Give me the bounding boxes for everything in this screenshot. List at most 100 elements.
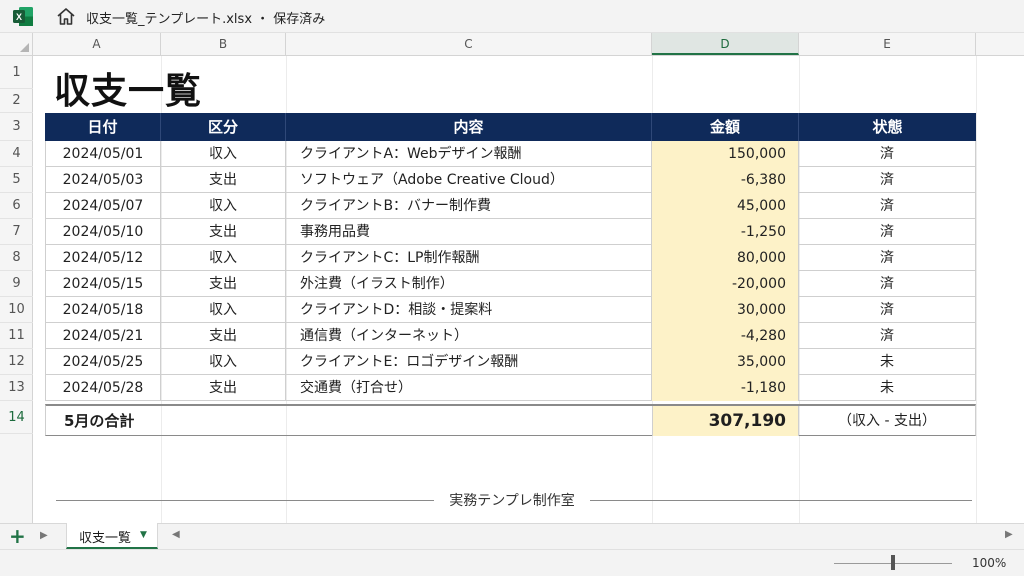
cell-description[interactable]: 交通費（打合せ）: [286, 375, 652, 401]
table-row: 2024/05/21 支出 通信費（インターネット） -4,280 済: [45, 323, 976, 349]
sheet-tab-active[interactable]: 収支一覧 ▼: [66, 523, 158, 549]
header-type[interactable]: 区分: [161, 113, 286, 141]
cell-amount[interactable]: -4,280: [652, 323, 799, 349]
row-header-14[interactable]: 14: [0, 401, 33, 434]
scroll-right-icon[interactable]: ▶: [1005, 529, 1013, 540]
cell-date[interactable]: 2024/05/10: [45, 219, 161, 245]
table-row: 2024/05/25 収入 クライアントE：ロゴデザイン報酬 35,000 未: [45, 349, 976, 375]
row-header-8[interactable]: 8: [0, 245, 33, 271]
cell-status[interactable]: 未: [799, 375, 976, 401]
cell-date[interactable]: 2024/05/01: [45, 141, 161, 167]
sheet-title[interactable]: 収支一覧: [54, 62, 202, 114]
header-status[interactable]: 状態: [799, 113, 976, 141]
cell-status[interactable]: 済: [799, 271, 976, 297]
cell-status[interactable]: 未: [799, 349, 976, 375]
row-header-6[interactable]: 6: [0, 193, 33, 219]
cell-status[interactable]: 済: [799, 167, 976, 193]
cell-description[interactable]: クライアントA：Webデザイン報酬: [286, 141, 652, 167]
cell-description[interactable]: 事務用品費: [286, 219, 652, 245]
table-row: 2024/05/07 収入 クライアントB：バナー制作費 45,000 済: [45, 193, 976, 219]
table-header: 日付 区分 内容 金額 状態: [45, 113, 976, 141]
tab-scroll-right-icon[interactable]: ▶: [40, 527, 48, 545]
table-row: 2024/05/01 収入 クライアントA：Webデザイン報酬 150,000 …: [45, 141, 976, 167]
cell-type[interactable]: 収入: [161, 349, 286, 375]
cell-description[interactable]: 外注費（イラスト制作）: [286, 271, 652, 297]
column-header-a[interactable]: A: [33, 33, 161, 55]
total-note[interactable]: （収入 - 支出）: [799, 406, 975, 436]
cell-date[interactable]: 2024/05/28: [45, 375, 161, 401]
column-header-d[interactable]: D: [652, 33, 799, 55]
cell-type[interactable]: 収入: [161, 245, 286, 271]
table-row: 2024/05/18 収入 クライアントD：相談・提案料 30,000 済: [45, 297, 976, 323]
total-label[interactable]: 5月の合計: [64, 406, 134, 436]
cell-date[interactable]: 2024/05/21: [45, 323, 161, 349]
header-amount[interactable]: 金額: [652, 113, 799, 141]
cell-amount[interactable]: 35,000: [652, 349, 799, 375]
row-header-12[interactable]: 12: [0, 349, 33, 375]
row-header-10[interactable]: 10: [0, 297, 33, 323]
cell-date[interactable]: 2024/05/07: [45, 193, 161, 219]
cell-type[interactable]: 収入: [161, 297, 286, 323]
header-description[interactable]: 内容: [286, 113, 652, 141]
cell-amount[interactable]: -20,000: [652, 271, 799, 297]
cell-type[interactable]: 収入: [161, 141, 286, 167]
cell-description[interactable]: ソフトウェア（Adobe Creative Cloud）: [286, 167, 652, 193]
table-row: 2024/05/28 支出 交通費（打合せ） -1,180 未: [45, 375, 976, 401]
sheet-tab-bar: + ▶ 収支一覧 ▼ ◀ ▶: [0, 523, 1024, 549]
cell-description[interactable]: クライアントB：バナー制作費: [286, 193, 652, 219]
column-header-e[interactable]: E: [799, 33, 976, 55]
column-header-b[interactable]: B: [161, 33, 286, 55]
zoom-slider-thumb[interactable]: [891, 555, 895, 570]
row-header-13[interactable]: 13: [0, 375, 33, 401]
add-sheet-button[interactable]: +: [9, 525, 26, 547]
cell-amount[interactable]: -1,180: [652, 375, 799, 401]
scroll-left-icon[interactable]: ◀: [172, 529, 180, 540]
sheet-tab-label: 収支一覧: [79, 531, 132, 546]
row-header-2[interactable]: 2: [0, 89, 33, 113]
header-date[interactable]: 日付: [45, 113, 161, 141]
cell-type[interactable]: 支出: [161, 323, 286, 349]
total-amount[interactable]: 307,190: [652, 406, 799, 436]
row-header-9[interactable]: 9: [0, 271, 33, 297]
cell-date[interactable]: 2024/05/25: [45, 349, 161, 375]
zoom-level[interactable]: 100%: [972, 556, 1006, 570]
cell-date[interactable]: 2024/05/03: [45, 167, 161, 193]
cell-description[interactable]: クライアントD：相談・提案料: [286, 297, 652, 323]
row-header-3[interactable]: 3: [0, 113, 33, 141]
cell-amount[interactable]: 150,000: [652, 141, 799, 167]
row-header-7[interactable]: 7: [0, 219, 33, 245]
cell-amount[interactable]: -1,250: [652, 219, 799, 245]
cell-status[interactable]: 済: [799, 141, 976, 167]
row-header-11[interactable]: 11: [0, 323, 33, 349]
cell-type[interactable]: 支出: [161, 219, 286, 245]
row-header-4[interactable]: 4: [0, 141, 33, 167]
cell-description[interactable]: クライアントE：ロゴデザイン報酬: [286, 349, 652, 375]
cell-amount[interactable]: 80,000: [652, 245, 799, 271]
chevron-down-icon[interactable]: ▼: [140, 530, 147, 540]
cell-type[interactable]: 収入: [161, 193, 286, 219]
cell-amount[interactable]: 45,000: [652, 193, 799, 219]
excel-app-icon[interactable]: X: [13, 7, 33, 26]
cell-description[interactable]: クライアントC：LP制作報酬: [286, 245, 652, 271]
cell-status[interactable]: 済: [799, 193, 976, 219]
cell-date[interactable]: 2024/05/15: [45, 271, 161, 297]
cell-description[interactable]: 通信費（インターネット）: [286, 323, 652, 349]
cell-status[interactable]: 済: [799, 219, 976, 245]
cell-type[interactable]: 支出: [161, 167, 286, 193]
cell-amount[interactable]: -6,380: [652, 167, 799, 193]
cell-type[interactable]: 支出: [161, 271, 286, 297]
cell-status[interactable]: 済: [799, 245, 976, 271]
cell-date[interactable]: 2024/05/18: [45, 297, 161, 323]
cell-status[interactable]: 済: [799, 297, 976, 323]
cell-date[interactable]: 2024/05/12: [45, 245, 161, 271]
column-header-c[interactable]: C: [286, 33, 652, 55]
home-icon[interactable]: [56, 7, 76, 26]
row-header-1[interactable]: 1: [0, 56, 33, 89]
row-header-column: 1 2 3 4 5 6 7 8 9 10 11 12 13 14: [0, 56, 33, 523]
footer-divider-right: [590, 500, 972, 501]
cell-amount[interactable]: 30,000: [652, 297, 799, 323]
select-all-corner[interactable]: [0, 33, 33, 55]
row-header-5[interactable]: 5: [0, 167, 33, 193]
cell-type[interactable]: 支出: [161, 375, 286, 401]
cell-status[interactable]: 済: [799, 323, 976, 349]
